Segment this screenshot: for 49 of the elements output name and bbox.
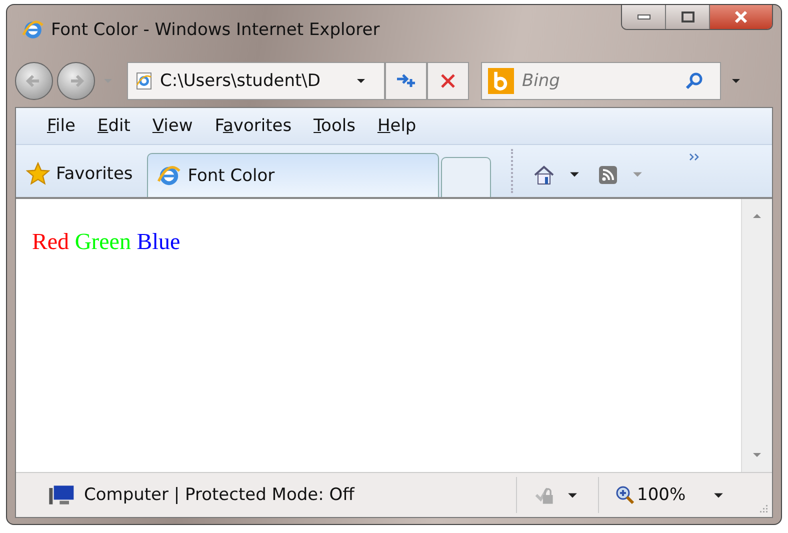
page-icon <box>134 71 154 91</box>
menu-item[interactable]: File <box>38 114 84 138</box>
dropdown-arrow-icon <box>713 492 724 498</box>
dropdown-arrow-icon <box>731 78 741 84</box>
security-zone-text: Computer | Protected Mode: Off <box>84 485 356 505</box>
window-title: Font Color - Windows Internet Explorer <box>51 20 381 40</box>
tab[interactable]: Font Color <box>146 153 439 197</box>
maximize-icon <box>680 11 694 23</box>
colored-word: Red <box>32 229 70 254</box>
new-tab-button[interactable] <box>440 157 491 197</box>
menu-item[interactable]: Edit <box>88 114 140 138</box>
minimize-icon <box>636 14 650 20</box>
zoom-icon <box>615 485 635 505</box>
star-icon <box>26 162 50 186</box>
colored-word: Blue <box>136 229 180 254</box>
feed-icon <box>598 165 618 185</box>
forward-button[interactable] <box>57 62 95 100</box>
refresh-arrows-icon <box>395 72 417 90</box>
dropdown-arrow-icon <box>567 492 578 498</box>
stop-button[interactable] <box>427 62 469 100</box>
search-provider-icon <box>488 68 514 94</box>
maximize-button[interactable] <box>666 5 710 29</box>
computer-icon <box>48 483 76 507</box>
scroll-down-icon[interactable] <box>752 452 762 458</box>
resize-grip-icon[interactable] <box>758 503 768 513</box>
house-icon <box>532 164 555 186</box>
back-button[interactable] <box>15 62 53 100</box>
close-button[interactable] <box>710 5 772 29</box>
colored-word: Green <box>74 229 131 254</box>
scroll-up-icon[interactable] <box>752 213 762 219</box>
menu-item[interactable]: Tools <box>304 114 364 138</box>
dropdown-arrow-icon <box>356 78 366 84</box>
address-bar[interactable]: C:\Users\student\D <box>127 62 385 100</box>
search-box[interactable]: Bing <box>481 62 721 100</box>
stop-icon <box>440 73 456 89</box>
menu-item[interactable]: View <box>143 114 202 138</box>
favorites-button[interactable]: Favorites <box>16 151 147 197</box>
refresh-button[interactable] <box>385 62 427 100</box>
search-field[interactable]: Bing <box>522 71 672 91</box>
dropdown-arrow-icon <box>632 171 643 178</box>
menu-item[interactable]: Help <box>368 114 426 138</box>
dropdown-arrow-icon <box>568 171 580 178</box>
search-icon <box>684 71 704 91</box>
minimize-button[interactable] <box>622 5 666 29</box>
zoom-button[interactable]: 100% <box>615 485 701 505</box>
address-field[interactable]: C:\Users\student\D <box>160 71 350 91</box>
chevron-icon[interactable] <box>688 153 701 161</box>
close-icon <box>733 10 749 24</box>
menu-item[interactable]: Favorites <box>206 114 301 138</box>
